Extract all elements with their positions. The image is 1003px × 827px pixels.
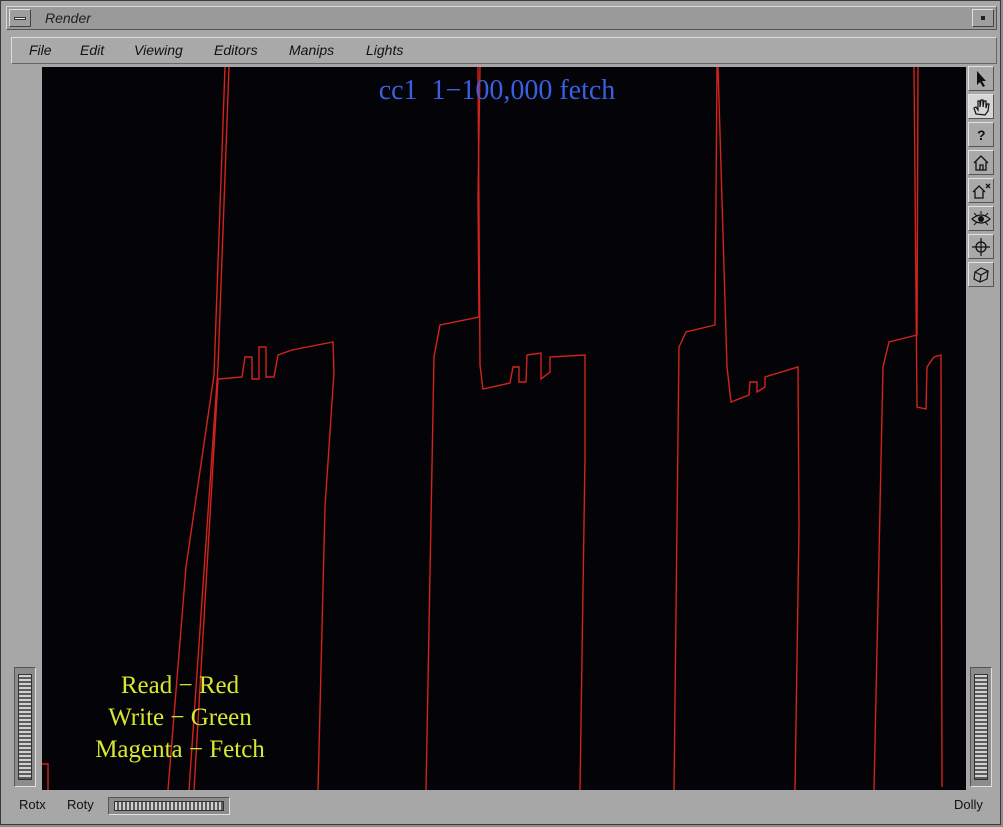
trace-segment <box>717 67 800 790</box>
legend: Read − Red Write − Green Magenta − Fetch <box>82 670 278 766</box>
set-home-button[interactable] <box>968 178 994 203</box>
rotx-label: Rotx <box>19 797 46 812</box>
help-button[interactable]: ? <box>968 122 994 147</box>
render-viewport[interactable]: cc1 1−100,000 fetch Read − Red Write − G… <box>42 67 966 790</box>
minimize-button[interactable] <box>972 9 994 27</box>
trace-segment <box>477 67 586 790</box>
menu-manips[interactable]: Manips <box>289 42 334 58</box>
home-button[interactable] <box>968 150 994 175</box>
legend-write: Write − Green <box>108 704 252 731</box>
menu-viewing[interactable]: Viewing <box>134 42 183 58</box>
eye-icon <box>971 210 991 225</box>
window-menu-icon <box>14 17 26 20</box>
dolly-thumbwheel-grip <box>974 674 988 780</box>
dolly-label: Dolly <box>954 797 983 812</box>
question-mark-icon: ? <box>977 127 986 143</box>
menu-file[interactable]: File <box>29 42 52 58</box>
svg-text:?: ? <box>977 127 986 143</box>
trace-segment <box>42 763 49 790</box>
legend-fetch: Magenta − Fetch <box>95 736 265 763</box>
window-menu-button[interactable] <box>9 9 31 27</box>
render-window: Render File Edit Viewing Editors Manips … <box>0 0 1001 825</box>
menu-editors[interactable]: Editors <box>214 42 258 58</box>
title-bar[interactable]: Render <box>6 6 997 30</box>
trace-segment <box>425 67 481 790</box>
rotx-thumbwheel[interactable] <box>14 667 36 787</box>
hand-icon <box>973 98 990 116</box>
projection-button[interactable] <box>968 262 994 287</box>
home-icon <box>973 154 989 171</box>
view-tool-button[interactable] <box>968 94 994 119</box>
menu-bar: File Edit Viewing Editors Manips Lights <box>11 37 997 64</box>
perspective-cube-icon <box>973 266 989 283</box>
view-all-button[interactable] <box>968 206 994 231</box>
menu-lights[interactable]: Lights <box>366 42 403 58</box>
minimize-icon <box>981 16 985 20</box>
trace-segment <box>873 67 919 790</box>
pick-tool-button[interactable] <box>968 66 994 91</box>
crosshair-icon <box>972 237 990 256</box>
roty-thumbwheel[interactable] <box>108 797 230 815</box>
window-title: Render <box>45 10 91 26</box>
set-home-icon <box>972 183 991 199</box>
dolly-thumbwheel[interactable] <box>970 667 992 787</box>
menu-edit[interactable]: Edit <box>80 42 104 58</box>
viewport-title: cc1 1−100,000 fetch <box>378 75 616 106</box>
legend-read: Read − Red <box>120 672 240 699</box>
arrow-cursor-icon <box>977 70 986 87</box>
roty-thumbwheel-grip <box>114 801 224 811</box>
roty-label: Roty <box>67 797 94 812</box>
seek-button[interactable] <box>968 234 994 259</box>
trace-segment <box>673 67 718 790</box>
rotx-thumbwheel-grip <box>18 674 32 780</box>
